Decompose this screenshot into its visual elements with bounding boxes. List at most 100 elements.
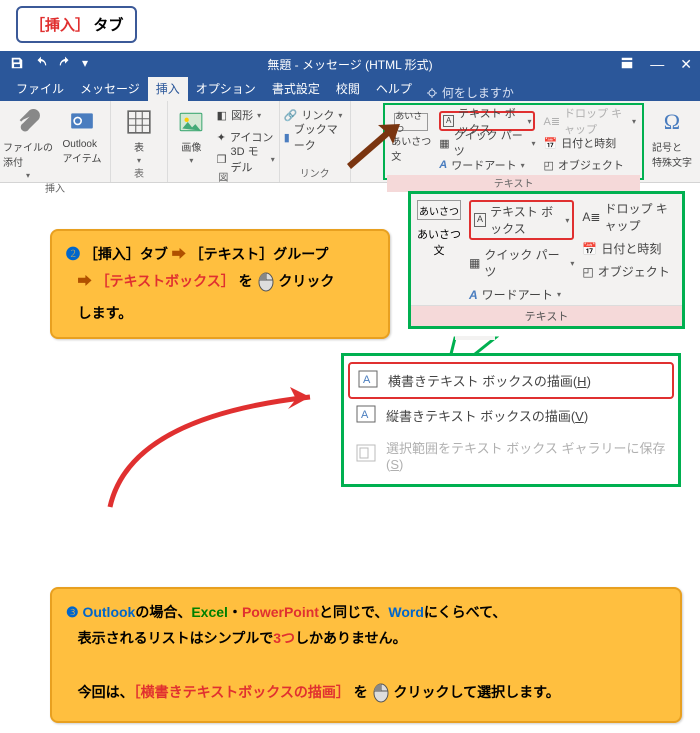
callout-insert-text: ［挿入］ xyxy=(30,17,90,34)
group-include-label: 挿入 xyxy=(4,180,106,197)
quickparts-button-enlarged[interactable]: ▦クイック パーツ ▾ xyxy=(469,246,574,280)
group-image: 画像 ▾ ◧図形 ▾ ✦アイコン ❒3D モデル ▾ 図 xyxy=(168,101,280,182)
dropdown-icon: ▾ xyxy=(189,156,193,165)
object-label: オブジェクト xyxy=(558,157,624,173)
datetime-button-enlarged[interactable]: 📅 日付と時刻 xyxy=(582,240,676,257)
bookmark-icon: ▮ xyxy=(284,131,290,144)
save-icon[interactable] xyxy=(10,56,24,73)
textbox-icon: A xyxy=(443,115,454,127)
menu-vert-key: V xyxy=(575,409,584,424)
tab-help[interactable]: ヘルプ xyxy=(368,76,420,101)
calendar-icon: 📅 xyxy=(543,137,557,150)
tab-insert[interactable]: 挿入 xyxy=(148,76,188,101)
link-icon: 🔗 xyxy=(284,109,298,122)
s3-powerpoint: PowerPoint xyxy=(242,604,319,620)
group-include: ファイルの 添付 ▾ Outlook アイテム 挿入 xyxy=(0,101,111,182)
wordart-button[interactable]: Aワードアート ▾ xyxy=(439,155,535,175)
attach-file-button[interactable]: ファイルの 添付 ▾ xyxy=(4,103,52,180)
symbol-button[interactable]: Ω 記号と 特殊文字 xyxy=(648,103,696,169)
arrow-icon: ➡ xyxy=(172,246,190,262)
bookmark-button[interactable]: ▮ブックマーク xyxy=(284,127,346,147)
outlook-item-button[interactable]: Outlook アイテム xyxy=(58,103,106,165)
group-link: 🔗リンク ▾ ▮ブックマーク リンク xyxy=(280,101,351,182)
ribbon: ファイルの 添付 ▾ Outlook アイテム 挿入 表 ▾ 表 画像 xyxy=(0,101,700,183)
model3d-button[interactable]: ❒3D モデル ▾ xyxy=(217,149,275,169)
outlook-item-label: Outlook アイテム xyxy=(63,139,102,165)
tell-me[interactable]: 何をしますか xyxy=(426,84,514,101)
window-title: 無題 - メッセージ (HTML 形式) xyxy=(267,56,432,73)
arrow-icon: ➡ xyxy=(78,273,96,289)
enlarged-text-group: あいさつ あいさつ 文 Aテキスト ボックス ▾ ▦クイック パーツ ▾ Aワー… xyxy=(408,191,685,329)
attach-file-label: ファイルの 添付 xyxy=(3,139,53,169)
object-button[interactable]: ◰オブジェクト xyxy=(543,155,636,175)
textbox-label-enlarged: テキスト ボックス xyxy=(490,203,561,237)
vertical-textbox-icon: A xyxy=(356,405,376,426)
object-label-enlarged: オブジェクト xyxy=(598,263,670,280)
menu-save-key: S xyxy=(390,457,399,472)
instruction-step3: ❸ Outlookの場合、Excel・PowerPointと同じで、Wordにく… xyxy=(50,587,682,723)
menu-save-label: 選択範囲をテキスト ボックス ギャラリーに保存( xyxy=(386,441,665,472)
group-table-label: 表 xyxy=(115,165,163,182)
textbox-button-enlarged[interactable]: Aテキスト ボックス ▾ xyxy=(469,200,574,240)
undo-icon[interactable] xyxy=(34,56,48,73)
group-symbol: Ω 記号と 特殊文字 xyxy=(644,101,700,182)
s3-three: 3つ xyxy=(273,630,295,646)
picture-button[interactable]: 画像 ▾ xyxy=(172,103,211,165)
menu-vertical-textbox[interactable]: A 縦書きテキスト ボックスの描画(V) xyxy=(348,399,674,432)
wordart-button-enlarged[interactable]: Aワードアート ▾ xyxy=(469,286,574,303)
tab-review[interactable]: 校閲 xyxy=(328,76,368,101)
menu-vert-label: 縦書きテキスト ボックスの描画( xyxy=(386,409,575,424)
minimize-icon[interactable]: — xyxy=(650,56,664,73)
table-label: 表 xyxy=(134,139,144,154)
close-icon[interactable]: ✕ xyxy=(680,56,692,73)
wordart-label: ワードアート xyxy=(451,157,516,173)
object-button-enlarged[interactable]: ◰ オブジェクト xyxy=(582,263,676,280)
qat-dropdown-icon[interactable]: ▾ xyxy=(82,56,88,73)
tab-message[interactable]: メッセージ xyxy=(72,76,148,101)
s3-click: クリック xyxy=(394,684,450,700)
step2-click: クリック xyxy=(278,273,334,289)
quickparts-button[interactable]: ▦クイック パーツ ▾ xyxy=(439,133,535,153)
menu-horiz-key: H xyxy=(577,374,586,389)
textbox-icon: A xyxy=(474,213,486,227)
greeting-small-icon: あいさつ xyxy=(417,200,461,220)
tab-file[interactable]: ファイル xyxy=(8,76,72,101)
instruction-step2: ❷ ［挿入］タブ ➡ ［テキスト］グループ ➡ ［テキストボックス］ を クリッ… xyxy=(50,229,390,339)
redo-icon[interactable] xyxy=(58,56,72,73)
wordart-icon: A xyxy=(469,288,478,302)
datetime-button[interactable]: 📅日付と時刻 xyxy=(543,133,636,153)
step2-textbox-red: ［テキストボックス］ xyxy=(96,273,235,289)
quickparts-label-enlarged: クイック パーツ xyxy=(484,246,566,280)
dropcap-icon: A≣ xyxy=(582,210,600,224)
s3-outlook: Outlook xyxy=(82,604,135,620)
window-titlebar: ▾ 無題 - メッセージ (HTML 形式) — ✕ xyxy=(0,51,700,77)
s3-word: Word xyxy=(388,604,424,620)
arrow-pointer-1 xyxy=(351,101,384,182)
callout-insert-tab: ［挿入］ タブ xyxy=(16,6,137,43)
group-image-label: 図 xyxy=(172,169,275,186)
symbol-label: 記号と 特殊文字 xyxy=(652,139,692,169)
menu-horizontal-textbox[interactable]: A 横書きテキスト ボックスの描画(H) xyxy=(348,362,674,399)
ribbon-options-icon[interactable] xyxy=(620,56,634,73)
dropdown-icon: ▾ xyxy=(137,156,141,165)
dropcap-button-enlarged: A≣ドロップ キャップ xyxy=(582,200,676,234)
tab-format[interactable]: 書式設定 xyxy=(264,76,328,101)
quickparts-icon: ▦ xyxy=(439,137,449,150)
step2-text-b: ［テキスト］グループ xyxy=(190,246,329,262)
step-number-2: ❷ xyxy=(66,246,80,262)
table-button[interactable]: 表 ▾ xyxy=(115,103,163,165)
shapes-button[interactable]: ◧図形 ▾ xyxy=(217,105,275,125)
picture-label: 画像 xyxy=(181,139,201,154)
datetime-label-enlarged: 日付と時刻 xyxy=(601,240,661,257)
callout-tab-text: タブ xyxy=(93,17,123,34)
object-icon: ◰ xyxy=(582,265,593,279)
shapes-label: 図形 xyxy=(231,107,253,123)
tab-option[interactable]: オプション xyxy=(188,76,264,101)
save-gallery-icon xyxy=(356,444,376,465)
menu-save-gallery: 選択範囲をテキスト ボックス ギャラリーに保存(S) xyxy=(348,432,674,478)
greeting-label-enlarged[interactable]: あいさつ 文 xyxy=(417,226,461,258)
s3-horiz-red: ［横書きテキストボックスの描画］ xyxy=(134,684,350,700)
s3-excel: Excel xyxy=(191,604,228,620)
cube-icon: ❒ xyxy=(217,153,227,166)
calendar-icon: 📅 xyxy=(582,242,597,256)
